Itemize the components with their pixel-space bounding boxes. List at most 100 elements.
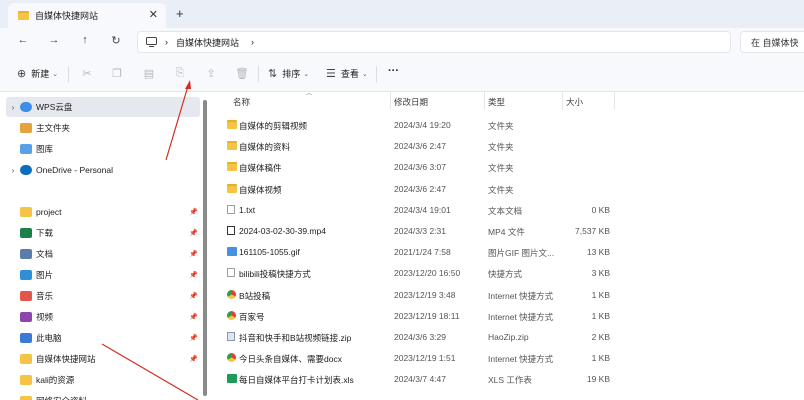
breadcrumb-separator[interactable]: › (251, 37, 254, 47)
file-row[interactable]: 2024-03-02-30-39.mp4 2024/3/3 2:31 MP4 文件 7… (218, 221, 804, 242)
cut-icon[interactable]: ✂ (80, 67, 94, 80)
pin-icon: 📌 (189, 251, 198, 258)
chrome-icon (227, 289, 236, 299)
file-row[interactable]: 抖音和快手和B站视频链接.zip 2024/3/6 3:29 HaoZip.zip 2… (218, 327, 804, 348)
more-options-button[interactable]: ··· (388, 65, 399, 77)
refresh-button[interactable]: ↻ (108, 34, 124, 47)
column-header-size[interactable]: 大小 (566, 96, 583, 108)
file-row[interactable]: 自媒体视频 2024/3/6 2:47 文件夹 (218, 179, 804, 200)
nav-scrollbar[interactable] (203, 100, 207, 396)
tab-active[interactable]: 自媒体快捷网站 ✕ (8, 3, 166, 28)
file-size: 3 KB (591, 268, 610, 279)
chevron-right-icon[interactable]: › (6, 103, 20, 112)
nav-item[interactable]: 音乐 📌 (6, 286, 200, 306)
pin-icon: 📌 (189, 314, 198, 321)
file-row[interactable]: 161105-1055.gif 2021/1/24 7:58 图片GIF 图片文..… (218, 242, 804, 263)
copy-icon[interactable]: ❐ (110, 67, 124, 80)
file-row[interactable]: 自媒体稿件 2024/3/6 3:07 文件夹 (218, 157, 804, 178)
column-divider[interactable] (614, 92, 615, 110)
nav-item[interactable]: 此电脑 📌 (6, 328, 200, 348)
nav-item[interactable]: 视频 📌 (6, 307, 200, 327)
file-row[interactable]: 1.txt 2024/3/4 19:01 文本文档 0 KB (218, 200, 804, 221)
file-row[interactable]: 每日自媒体平台打卡计划表.xls 2024/3/7 4:47 XLS 工作表 19 K… (218, 369, 804, 390)
close-tab-icon[interactable]: ✕ (149, 8, 158, 21)
gallery-icon (20, 144, 32, 154)
nav-item-label: 下载 (36, 228, 54, 238)
new-tab-button[interactable]: + (176, 6, 184, 21)
search-input[interactable]: 在 自媒体快 (740, 31, 804, 53)
file-date: 2023/12/19 18:11 (394, 310, 460, 321)
pin-icon: 📌 (189, 209, 198, 216)
file-size: 1 KB (591, 353, 610, 364)
nav-item[interactable]: 文档 📌 (6, 244, 200, 264)
nav-item-label: 自媒体快捷网站 (36, 354, 96, 364)
nav-item[interactable]: 图库 (6, 139, 200, 159)
file-date: 2024/3/7 4:47 (394, 374, 446, 385)
file-name: 2024-03-02-30-39.mp4 (239, 226, 326, 236)
folder-icon (227, 120, 237, 129)
forward-button[interactable]: → (46, 34, 62, 46)
file-type: 文件夹 (488, 163, 514, 174)
file-row[interactable]: B站投稿 2023/12/19 3:48 Internet 快捷方式 1 KB (218, 285, 804, 306)
column-divider[interactable] (562, 92, 563, 110)
file-row[interactable]: bilibili投稿快捷方式 2023/12/20 16:50 快捷方式 3 KB (218, 263, 804, 284)
nav-item-label: 文档 (36, 249, 54, 259)
pin-icon: 📌 (189, 335, 198, 342)
file-name: 自媒体的剪辑视频 (239, 121, 308, 131)
pin-icon: 📌 (189, 293, 198, 300)
up-button[interactable]: ↑ (77, 34, 93, 46)
address-bar[interactable]: › 自媒体快捷网站 › (137, 31, 731, 53)
new-button[interactable]: ⊕ 新建 ⌄ (17, 67, 58, 80)
view-button[interactable]: ☰ 查看 ⌄ (326, 67, 368, 80)
file-row[interactable]: 自媒体的资料 2024/3/6 2:47 文件夹 (218, 136, 804, 157)
nav-item[interactable]: 下载 📌 (6, 223, 200, 243)
video-icon (20, 312, 32, 322)
nav-item[interactable]: 自媒体快捷网站 📌 (6, 349, 200, 369)
file-name: 1.txt (239, 204, 256, 215)
nav-item[interactable]: › WPS云盘 (6, 97, 200, 117)
breadcrumb-current[interactable]: 自媒体快捷网站 (176, 36, 239, 49)
file-name: 自媒体的资料 (239, 142, 291, 153)
column-divider[interactable] (390, 92, 391, 110)
nav-item[interactable]: 图片 📌 (6, 265, 200, 285)
nav-item-label: kali的资源 (36, 375, 75, 385)
back-button[interactable]: ← (15, 34, 31, 46)
nav-item[interactable]: kali的资源 (6, 370, 200, 390)
share-icon[interactable]: ⇪ (204, 67, 218, 80)
column-header-date[interactable]: 修改日期 (394, 96, 428, 108)
mp4-icon (227, 226, 235, 235)
file-size: 1 KB (591, 289, 610, 300)
file-name: 每日自媒体平台打卡计划表.xls (239, 375, 354, 386)
file-name: 今日头条自媒体、需要docx (239, 354, 342, 365)
file-size: 2 KB (591, 332, 610, 342)
column-header-type[interactable]: 类型 (488, 96, 505, 108)
chevron-right-icon[interactable]: › (6, 166, 20, 175)
rename-icon[interactable]: ⎘ (173, 67, 187, 80)
file-name: 自媒体稿件 (239, 163, 282, 174)
picture-icon (20, 270, 32, 280)
nav-item[interactable]: 主文件夹 (6, 118, 200, 138)
file-row[interactable]: 自媒体的剪辑视频 2024/3/4 19:20 文件夹 (218, 115, 804, 136)
column-header-name[interactable]: 名称 (233, 96, 250, 108)
nav-item[interactable]: project 📌 (6, 202, 200, 222)
delete-icon[interactable]: 🗑 (235, 67, 249, 80)
paste-icon[interactable]: ▤ (142, 67, 156, 80)
sort-button[interactable]: ⇅ 排序 ⌄ (268, 67, 309, 80)
folder-icon (20, 354, 32, 364)
file-date: 2024/3/6 3:29 (394, 332, 446, 342)
file-name: 百家号 (239, 311, 265, 322)
file-row[interactable]: 今日头条自媒体、需要docx 2023/12/19 1:51 Internet 快捷… (218, 348, 804, 369)
file-row[interactable]: 百家号 2023/12/19 18:11 Internet 快捷方式 1 KB (218, 306, 804, 327)
nav-item-label: 此电脑 (36, 333, 62, 343)
file-type: 文件夹 (488, 184, 514, 195)
nav-item[interactable]: 网络安全资料 (6, 391, 200, 400)
column-divider[interactable] (484, 92, 485, 110)
file-icon (227, 268, 235, 278)
navigation-pane: › WPS云盘主文件夹 图库 › OneDrive - Personal project 📌… (0, 92, 205, 400)
file-name: 抖音和快手和B站视频链接.zip (239, 333, 352, 343)
file-type: XLS 工作表 (488, 375, 532, 386)
file-explorer-window: 自媒体快捷网站 ✕ + ← → ↑ ↻ › 自媒体快捷网站 › 在 自媒体快 ⊕… (0, 0, 804, 400)
nav-item-label: 网络安全资料 (36, 395, 87, 400)
nav-item[interactable]: › OneDrive - Personal (6, 160, 200, 180)
nav-item-label: WPS云盘 (36, 102, 73, 112)
